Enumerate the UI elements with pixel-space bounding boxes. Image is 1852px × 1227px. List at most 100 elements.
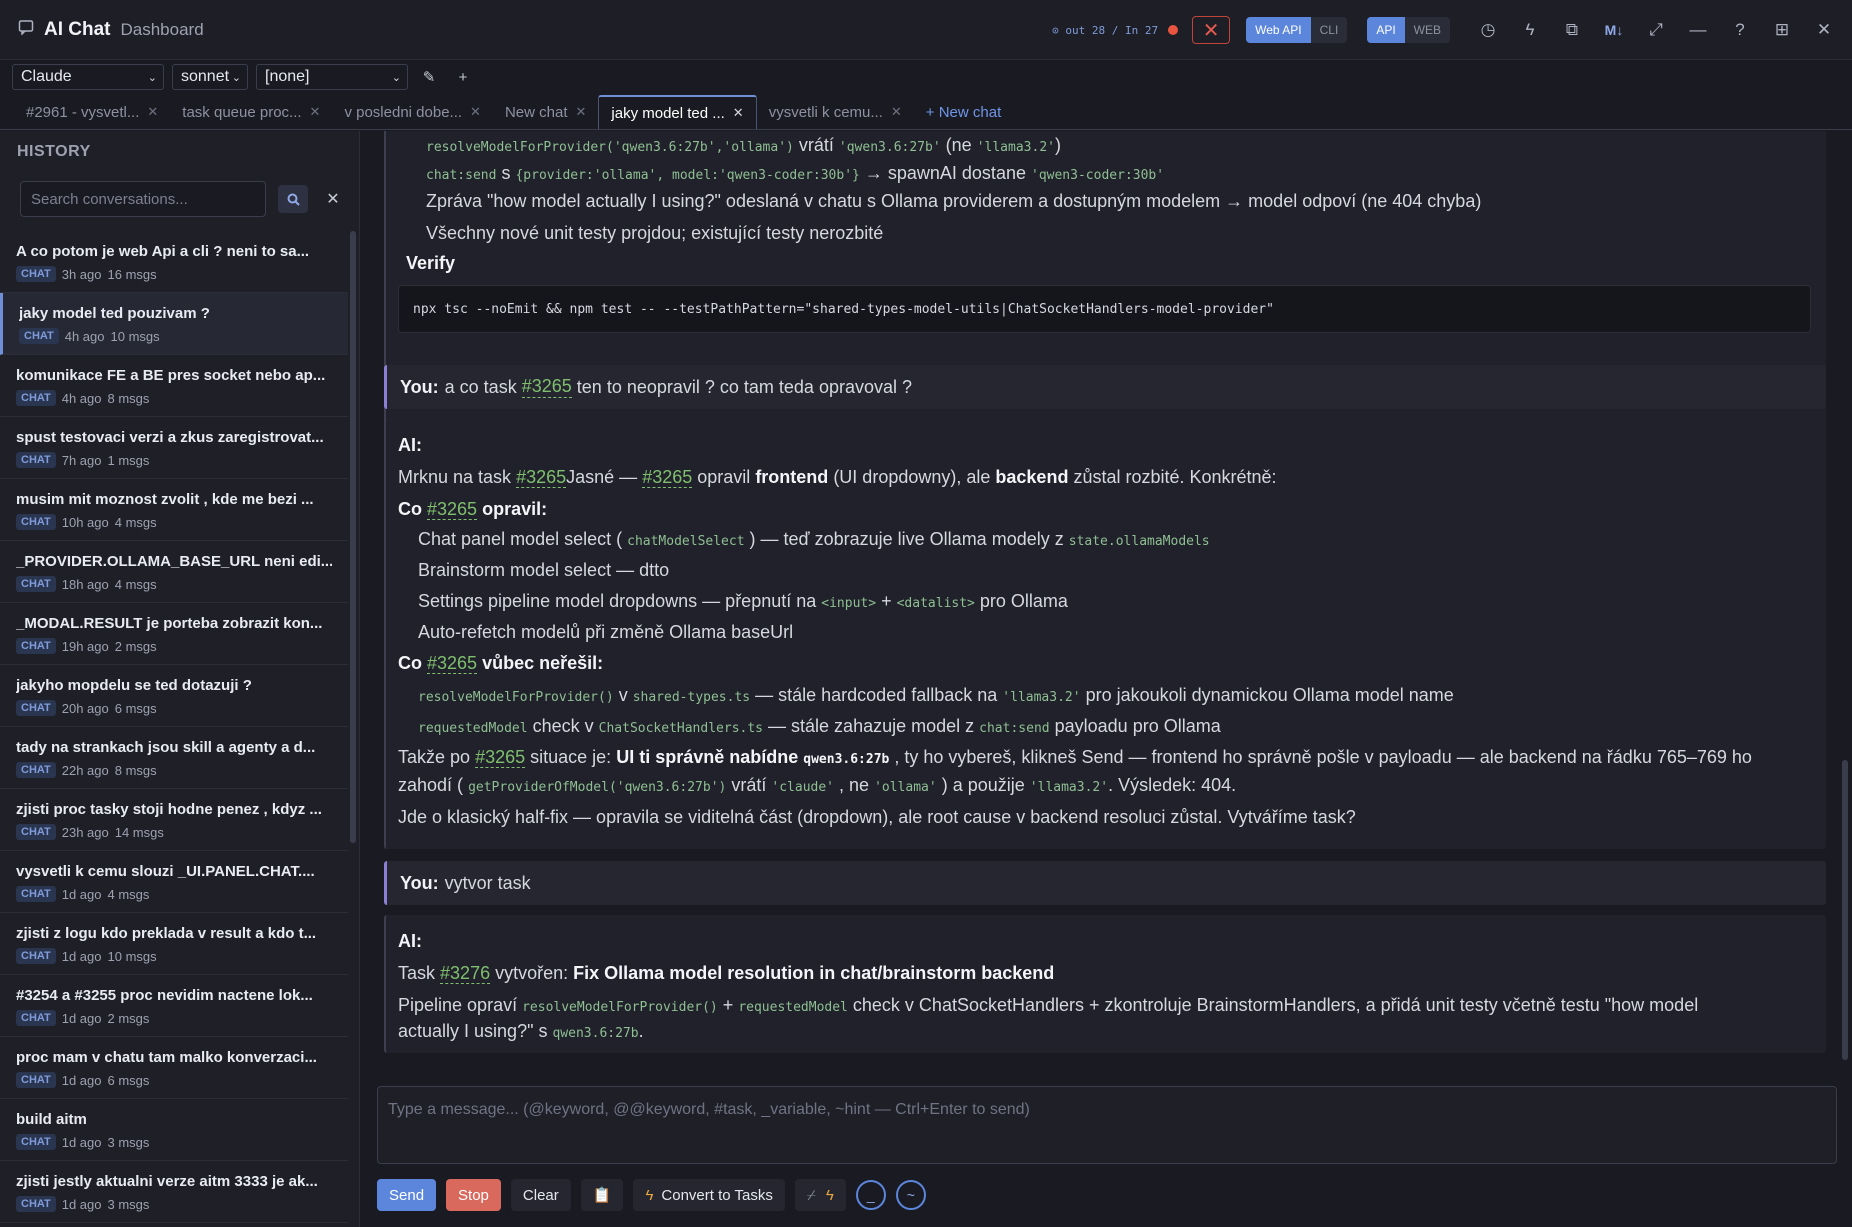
list-item[interactable]: A co potom je web Api a cli ? neni to sa… bbox=[0, 231, 348, 293]
close-icon[interactable]: ✕ bbox=[310, 104, 321, 120]
list-item[interactable]: tady na strankach jsou skill a agenty a … bbox=[0, 727, 348, 789]
conversation-time: 22h ago bbox=[61, 762, 109, 778]
conversation-title: vysvetli k cemu slouzi _UI.PANEL.CHAT...… bbox=[16, 863, 315, 880]
text: vrátí bbox=[798, 135, 834, 155]
list-item[interactable]: #3254 a #3255 proc nevidim nactene lok..… bbox=[0, 975, 348, 1037]
help-icon[interactable]: ? bbox=[1722, 12, 1758, 48]
conversation-msg-count: 2 msgs bbox=[107, 1010, 150, 1026]
expand-icon[interactable]: ⤢ bbox=[1638, 12, 1674, 48]
code-block[interactable]: npx tsc --noEmit && npm test -- --testPa… bbox=[398, 285, 1811, 333]
conversation-msg-count: 4 msgs bbox=[114, 576, 157, 592]
stop-button[interactable]: Stop bbox=[446, 1179, 501, 1211]
list-item[interactable]: zjisti jestly aktualni verze aitm 3333 j… bbox=[0, 1161, 348, 1223]
text: check v ChatSocketHandlers + zkontroluje… bbox=[852, 995, 1699, 1015]
list-item[interactable]: zjisti proc tasky stoji hodne penez , kd… bbox=[0, 789, 348, 851]
edit-preset-button[interactable]: ✎ bbox=[416, 64, 442, 90]
source-toggle[interactable]: API WEB bbox=[1367, 17, 1450, 43]
list-item[interactable]: zjisti z logu kdo preklada v result a kd… bbox=[0, 913, 348, 975]
history-icon[interactable]: ◷ bbox=[1470, 12, 1506, 48]
lightning-icon[interactable]: ϟ bbox=[1512, 12, 1548, 48]
model-select[interactable]: sonnet ⌄ bbox=[172, 64, 248, 90]
transport-toggle[interactable]: Web API CLI bbox=[1246, 17, 1348, 43]
message-input[interactable]: Type a message... (@keyword, @@keyword, … bbox=[377, 1086, 1837, 1164]
list-item[interactable]: spust testovaci verzi a zkus zaregistrov… bbox=[0, 417, 348, 479]
bullet-item: Auto-refetch modelů při změně Ollama bas… bbox=[418, 622, 794, 642]
list-item[interactable]: vysvetli k cemu slouzi _UI.PANEL.CHAT...… bbox=[0, 851, 348, 913]
close-icon[interactable]: ✕ bbox=[733, 105, 744, 121]
list-item[interactable]: komunikace FE a BE pres socket nebo ap..… bbox=[0, 355, 348, 417]
list-item[interactable]: build aitm CHAT 1d ago 3 msgs bbox=[0, 1099, 348, 1161]
inline-code: requestedModel bbox=[418, 721, 528, 736]
close-icon[interactable]: ✕ bbox=[891, 104, 902, 120]
markdown-icon[interactable]: M↓ bbox=[1596, 12, 1632, 48]
list-item[interactable]: jakyho mopdelu se ted dotazuji ? CHAT 20h … bbox=[0, 665, 348, 727]
tab-chat-3[interactable]: v posledni dobe... ✕ bbox=[332, 95, 493, 129]
preset-select[interactable]: [none] ⌄ bbox=[256, 64, 408, 90]
quick-actions-button[interactable]: ⌿ ϟ bbox=[794, 1179, 846, 1211]
task-link[interactable]: #3265 bbox=[516, 467, 567, 488]
close-icon[interactable]: ✕ bbox=[1806, 12, 1842, 48]
clear-button[interactable]: Clear bbox=[510, 1179, 571, 1211]
task-link[interactable]: #3265 bbox=[427, 653, 478, 674]
task-link[interactable]: #3265 bbox=[475, 747, 526, 768]
layout-grid-icon[interactable]: ⊞ bbox=[1764, 12, 1800, 48]
bold-text: frontend bbox=[755, 467, 829, 487]
list-item[interactable]: proc mam v chatu tam malko konverzaci...… bbox=[0, 1037, 348, 1099]
tab-chat-2[interactable]: task queue proc... ✕ bbox=[170, 95, 332, 129]
close-icon[interactable]: ✕ bbox=[470, 104, 481, 120]
message-line: Všechny nové unit testy projdou; existuj… bbox=[426, 223, 884, 243]
tab-chat-6[interactable]: vysvetli k cemu... ✕ bbox=[757, 95, 914, 129]
sidebar-scrollbar[interactable] bbox=[350, 231, 356, 843]
search-button[interactable] bbox=[278, 185, 308, 213]
mode-web[interactable]: WEB bbox=[1404, 17, 1450, 43]
message-line: Takže po #3265 situace je: UI ti správně… bbox=[398, 747, 1752, 768]
hint-button[interactable]: ~ bbox=[895, 1180, 926, 1210]
conversation-msg-count: 2 msgs bbox=[114, 638, 157, 654]
list-item[interactable]: musim mit moznost zvolit , kde me bezi .… bbox=[0, 479, 348, 541]
conversation-time: 20h ago bbox=[61, 700, 109, 716]
chat-scrollbar[interactable] bbox=[1842, 760, 1848, 1060]
message-line: Pipeline opraví resolveModelForProvider(… bbox=[398, 995, 1698, 1016]
inline-code: 'llama3.2' bbox=[1002, 690, 1081, 705]
list-item[interactable]: _PROVIDER.OLLAMA_BASE_URL neni edi... CHA… bbox=[0, 541, 348, 603]
minimize-icon[interactable]: — bbox=[1680, 12, 1716, 48]
new-chat-tab[interactable]: + New chat bbox=[914, 95, 1013, 129]
text: Chat panel model select ( bbox=[418, 529, 623, 549]
conversation-time: 1d ago bbox=[61, 1072, 102, 1088]
conversation-title: _MODAL.RESULT je porteba zobrazit kon... bbox=[16, 615, 323, 632]
tab-chat-1[interactable]: #2961 - vysvetl... ✕ bbox=[14, 95, 170, 129]
mode-api[interactable]: API bbox=[1367, 17, 1405, 43]
tab-chat-4[interactable]: New chat ✕ bbox=[493, 95, 598, 129]
clear-search-button[interactable]: ✕ bbox=[318, 185, 348, 213]
task-link[interactable]: #3265 bbox=[642, 467, 693, 488]
task-link[interactable]: #3265 bbox=[427, 499, 478, 520]
close-icon[interactable]: ✕ bbox=[147, 104, 158, 120]
convert-to-tasks-button[interactable]: ϟ Convert to Tasks bbox=[633, 1179, 785, 1211]
text: vůbec neřešil: bbox=[482, 653, 604, 673]
add-preset-button[interactable]: + bbox=[450, 64, 476, 90]
conversation-time: 3h ago bbox=[61, 266, 102, 282]
copy-icon[interactable]: ⧉ bbox=[1554, 12, 1590, 48]
message-line: zahodí ( getProviderOfModel('qwen3.6:27b… bbox=[398, 775, 1236, 796]
message-line: Mrknu na task #3265Jasné — #3265 opravil… bbox=[398, 467, 1277, 488]
mode-web-api[interactable]: Web API bbox=[1246, 17, 1311, 43]
provider-select[interactable]: Claude ⌄ bbox=[12, 64, 164, 90]
type-badge: CHAT bbox=[16, 948, 56, 964]
text: Task bbox=[398, 963, 436, 983]
variable-button[interactable]: _ bbox=[855, 1180, 886, 1210]
clipboard-icon: 📋 bbox=[592, 1187, 612, 1204]
list-item[interactable]: _MODAL.RESULT je porteba zobrazit kon...… bbox=[0, 603, 348, 665]
task-link[interactable]: #3265 bbox=[521, 376, 572, 398]
task-link[interactable]: #3276 bbox=[440, 963, 491, 984]
clipboard-button[interactable]: 📋 bbox=[580, 1179, 624, 1211]
send-button[interactable]: Send bbox=[377, 1179, 437, 1211]
search-input[interactable]: Search conversations... bbox=[20, 181, 266, 217]
inline-code: shared-types.ts bbox=[632, 690, 751, 705]
text: , ty ho vybereš, klikneš Send — frontend… bbox=[894, 747, 1752, 767]
close-icon[interactable]: ✕ bbox=[575, 104, 586, 120]
abort-button[interactable]: ✕ bbox=[1192, 16, 1231, 44]
mode-cli[interactable]: CLI bbox=[1310, 17, 1348, 43]
tab-chat-active[interactable]: jaky model ted ... ✕ bbox=[598, 95, 757, 129]
text: v bbox=[618, 685, 628, 705]
list-item-active[interactable]: jaky model ted pouzivam ? CHAT 4h ago 10 ms… bbox=[0, 293, 348, 355]
